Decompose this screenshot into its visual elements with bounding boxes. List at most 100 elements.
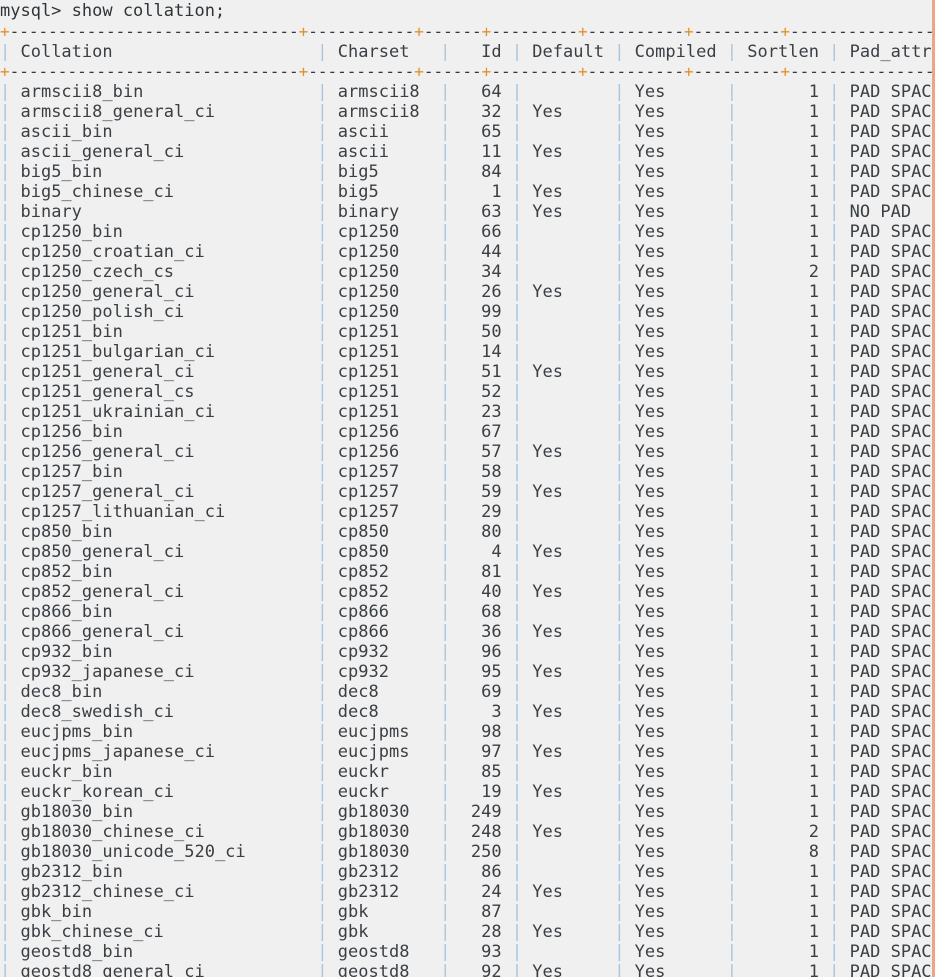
column-separator: | [440, 362, 451, 382]
column-separator: | [0, 462, 11, 482]
cell-default: Yes [522, 702, 615, 722]
cell-charset: cp1250 [327, 222, 441, 242]
column-separator: | [614, 762, 625, 782]
cell-collation: cp1256_general_ci [10, 442, 318, 462]
column-separator: | [0, 142, 11, 162]
column-separator: | [614, 122, 625, 142]
column-separator: | [511, 302, 523, 322]
cell-default [522, 422, 614, 442]
column-separator: | [829, 862, 840, 882]
cell-id: 14 [450, 342, 512, 362]
cell-sortlen: 1 [737, 762, 830, 782]
table-row: | geostd8_bin | geostd8 | 93 | | Yes | 1… [0, 942, 935, 962]
cell-pad_attribute: PAD SPACE [849, 362, 935, 382]
column-separator: | [511, 102, 523, 122]
cell-default [522, 722, 614, 742]
column-separator: | [726, 202, 738, 222]
cell-collation: gb18030_chinese_ci [10, 822, 318, 842]
column-separator: | [829, 462, 840, 482]
column-separator: | [0, 882, 11, 902]
column-separator: | [614, 822, 625, 842]
cell-charset: cp866 [327, 622, 441, 642]
column-separator: | [726, 482, 738, 502]
cell-default [522, 82, 614, 102]
column-header-pad_attribute: Pad_attribute [849, 42, 935, 62]
cell-collation: ascii_general_ci [10, 142, 318, 162]
column-separator: | [614, 602, 625, 622]
cell-id: 67 [450, 422, 512, 442]
column-separator: | [829, 782, 840, 802]
column-separator: | [614, 222, 625, 242]
column-separator: | [440, 762, 451, 782]
command-prompt-line: mysql> show collation; [0, 1, 226, 21]
cell-default: Yes [522, 882, 615, 902]
cell-id: 52 [450, 382, 512, 402]
column-separator: | [0, 802, 11, 822]
cell-compiled: Yes [624, 182, 727, 202]
column-separator: | [614, 802, 625, 822]
cell-charset: cp850 [327, 522, 441, 542]
cell-charset: cp866 [327, 602, 441, 622]
cell-default [522, 842, 614, 862]
cell-collation: cp1250_general_ci [10, 282, 318, 302]
column-separator: | [614, 642, 625, 662]
column-separator: | [829, 682, 840, 702]
column-separator: | [726, 42, 738, 62]
cell-id: 63 [450, 202, 512, 222]
cell-compiled: Yes [624, 542, 727, 562]
column-separator: | [511, 762, 523, 782]
column-separator: | [440, 782, 451, 802]
rule-segment: --------- [491, 22, 579, 41]
table-row: | cp866_bin | cp866 | 68 | | Yes | 1 | P… [0, 602, 935, 622]
table-row: | cp1256_bin | cp1256 | 67 | | Yes | 1 |… [0, 422, 935, 442]
column-separator: | [0, 82, 11, 102]
column-separator: | [511, 442, 523, 462]
column-separator: | [829, 442, 840, 462]
table-row: | eucjpms_japanese_ci | eucjpms | 97 | Y… [0, 742, 935, 762]
cell-default: Yes [522, 202, 615, 222]
cell-id: 64 [450, 82, 512, 102]
cell-compiled: Yes [624, 402, 727, 422]
column-separator: | [614, 662, 625, 682]
cell-charset: dec8 [327, 702, 441, 722]
terminal-window[interactable]: mysql> show collation; +----------------… [0, 0, 935, 977]
cell-default [522, 302, 614, 322]
cell-default [522, 762, 614, 782]
column-separator: | [726, 142, 738, 162]
cell-compiled: Yes [624, 362, 727, 382]
cell-default [522, 802, 614, 822]
column-separator: | [829, 322, 840, 342]
column-separator: | [511, 462, 523, 482]
cell-default [522, 242, 614, 262]
column-separator: | [440, 562, 451, 582]
table-row: | gb2312_bin | gb2312 | 86 | | Yes | 1 |… [0, 862, 935, 882]
column-separator: | [317, 922, 328, 942]
cell-sortlen: 1 [737, 82, 830, 102]
column-separator: | [829, 922, 840, 942]
table-row: | gb18030_bin | gb18030 | 249 | | Yes | … [0, 802, 935, 822]
cell-sortlen: 1 [737, 722, 830, 742]
column-separator: | [317, 582, 328, 602]
cell-collation: cp1250_bin [10, 222, 318, 242]
column-separator: | [614, 142, 625, 162]
cell-pad_attribute: PAD SPACE [849, 762, 935, 782]
column-separator: | [511, 902, 523, 922]
rule-segment: ----------- [308, 62, 415, 81]
column-separator: | [829, 82, 840, 102]
column-separator: | [317, 862, 328, 882]
column-separator: | [511, 242, 523, 262]
cell-default: Yes [522, 182, 615, 202]
column-separator: | [726, 582, 738, 602]
table-row: | cp1250_czech_cs | cp1250 | 34 | | Yes … [0, 262, 935, 282]
cell-pad_attribute: PAD SPACE [849, 242, 935, 262]
cell-collation: cp1251_general_cs [10, 382, 318, 402]
cell-id: 19 [450, 782, 512, 802]
column-separator: | [829, 122, 840, 142]
cell-sortlen: 2 [737, 822, 830, 842]
column-separator: | [511, 222, 523, 242]
table-row: | euckr_bin | euckr | 85 | | Yes | 1 | P… [0, 762, 935, 782]
column-separator: | [440, 322, 451, 342]
column-separator: | [726, 362, 738, 382]
cell-compiled: Yes [624, 382, 727, 402]
column-separator: | [829, 962, 840, 977]
